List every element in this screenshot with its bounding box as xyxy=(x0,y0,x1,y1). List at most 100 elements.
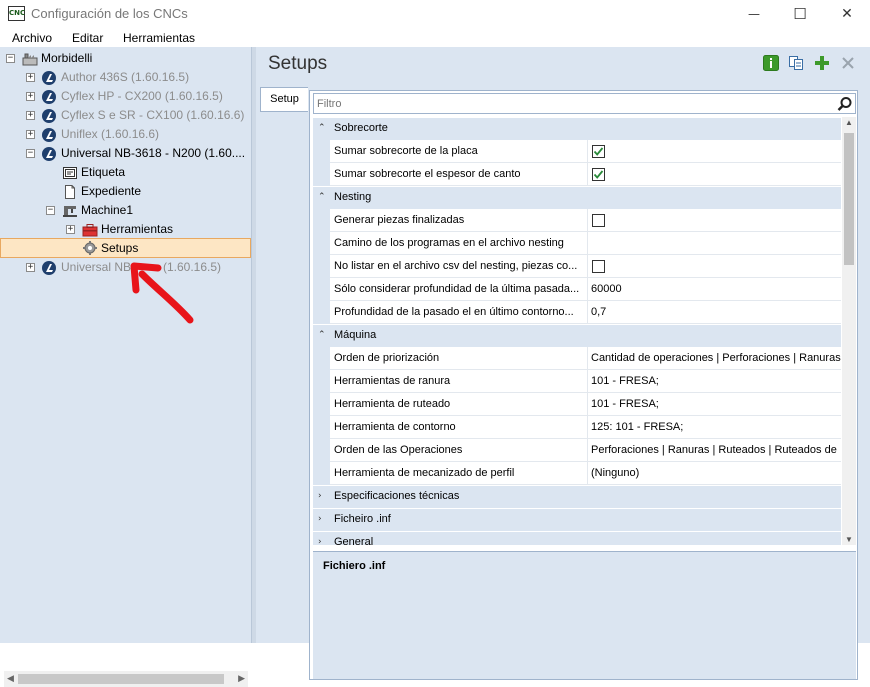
minimize-button[interactable]: — xyxy=(731,0,777,28)
property-grid: ⌃ Sobrecorte Sumar sobrecorte de la placa S… xyxy=(313,117,856,545)
tree-node-cyflex-s[interactable]: + Cyflex S e SR - CX100 (1.60.16.6) xyxy=(0,106,250,125)
property-value[interactable] xyxy=(588,163,841,186)
category-expand-icon[interactable]: › xyxy=(318,491,322,501)
tree-node-herramientas[interactable]: + Herramientas xyxy=(0,220,250,239)
tree-node-expediente[interactable]: Expediente xyxy=(0,182,250,201)
tree-node-root[interactable]: − Morbidelli xyxy=(0,49,250,68)
menu-editar[interactable]: Editar xyxy=(72,31,103,45)
checkbox[interactable] xyxy=(592,260,605,273)
property-name: Sumar sobrecorte de la placa xyxy=(330,140,588,163)
tree-label: Author 436S (1.60.16.5) xyxy=(61,70,190,84)
property-value[interactable]: 125: 101 - FRESA; xyxy=(588,416,841,439)
property-value[interactable] xyxy=(588,140,841,163)
property-row[interactable]: Herramienta de mecanizado de perfil (Ning… xyxy=(313,462,841,485)
expand-icon[interactable]: + xyxy=(66,225,75,234)
add-icon[interactable] xyxy=(814,55,830,71)
checkbox[interactable] xyxy=(592,214,605,227)
row-gutter xyxy=(313,462,330,485)
grid-vertical-scrollbar[interactable]: ▲ ▼ xyxy=(842,117,856,545)
scroll-right-icon[interactable]: ▶ xyxy=(238,673,245,684)
property-row[interactable]: Generar piezas finalizadas xyxy=(313,209,841,232)
property-row[interactable]: Orden de priorización Cantidad de operaci… xyxy=(313,347,841,370)
collapse-icon[interactable]: − xyxy=(26,149,35,158)
category-collapse-icon[interactable]: ⌃ xyxy=(318,192,326,202)
property-value[interactable]: 101 - FRESA; xyxy=(588,393,841,416)
tree-node-machine1[interactable]: − Machine1 xyxy=(0,201,250,220)
tree-label: Herramientas xyxy=(101,222,174,236)
row-gutter xyxy=(313,347,330,370)
property-value[interactable]: 60000 xyxy=(588,278,841,301)
category-collapse-icon[interactable]: ⌃ xyxy=(318,123,326,133)
title-bar: CNC Configuración de los CNCs — ☐ ✕ xyxy=(0,0,870,28)
scroll-thumb[interactable] xyxy=(844,133,854,265)
property-value[interactable]: Cantidad de operaciones | Perforaciones … xyxy=(588,347,841,370)
expand-icon[interactable]: + xyxy=(26,130,35,139)
property-row[interactable]: Profundidad de la pasado el en último co… xyxy=(313,301,841,324)
search-icon[interactable] xyxy=(837,96,853,112)
checkbox-checked[interactable] xyxy=(592,168,605,181)
category-label: Nesting xyxy=(334,191,372,203)
property-value[interactable] xyxy=(588,255,841,278)
tree-node-universal-nb[interactable]: + Universal NB- (1.60.16.5) xyxy=(0,258,250,277)
copy-icon[interactable] xyxy=(788,55,804,71)
grid-category[interactable]: › Ficheiro .inf xyxy=(313,508,841,531)
delete-icon[interactable] xyxy=(840,55,856,71)
tree-node-etiqueta[interactable]: Etiqueta xyxy=(0,163,250,182)
grid-category[interactable]: ⌃ Máquina xyxy=(313,324,841,347)
property-value[interactable]: 0,7 xyxy=(588,301,841,324)
tree-node-universal-nb3618[interactable]: − Universal NB-3618 - N200 (1.60.... xyxy=(0,144,250,163)
machine-logo-icon xyxy=(42,128,56,142)
menu-archivo[interactable]: Archivo xyxy=(12,31,52,45)
expand-icon[interactable]: + xyxy=(26,263,35,272)
scroll-up-icon[interactable]: ▲ xyxy=(845,118,853,127)
property-grid-frame: ⌃SobrecorteSumar sobrecorte de la placaS… xyxy=(309,90,858,680)
collapse-icon[interactable]: − xyxy=(6,54,15,63)
category-expand-icon[interactable]: › xyxy=(318,514,322,524)
grid-category[interactable]: ⌃ Sobrecorte xyxy=(313,117,841,140)
row-gutter xyxy=(313,163,330,186)
tab-setup[interactable]: Setup xyxy=(260,87,308,112)
grid-category[interactable]: ⌃ Nesting xyxy=(313,186,841,209)
property-value[interactable]: (Ninguno) xyxy=(588,462,841,485)
scroll-left-icon[interactable]: ◀ xyxy=(7,673,14,684)
filter-input[interactable] xyxy=(317,96,817,111)
scroll-thumb[interactable] xyxy=(18,674,224,684)
checkbox-checked[interactable] xyxy=(592,145,605,158)
property-name: Generar piezas finalizadas xyxy=(330,209,588,232)
tree-node-cyflex-hp[interactable]: + Cyflex HP - CX200 (1.60.16.5) xyxy=(0,87,250,106)
property-row[interactable]: Sumar sobrecorte de la placa xyxy=(313,140,841,163)
close-button[interactable]: ✕ xyxy=(824,0,870,28)
property-value[interactable] xyxy=(588,209,841,232)
property-row[interactable]: Orden de las Operaciones Perforaciones | … xyxy=(313,439,841,462)
info-icon[interactable] xyxy=(763,55,779,71)
menu-herramientas[interactable]: Herramientas xyxy=(123,31,195,45)
expand-icon[interactable]: + xyxy=(26,111,35,120)
property-row[interactable]: Herramienta de ruteado 101 - FRESA; xyxy=(313,393,841,416)
property-row[interactable]: Sumar sobrecorte el espesor de canto xyxy=(313,163,841,186)
tree-node-setups[interactable]: Setups xyxy=(0,238,251,258)
property-value[interactable]: 101 - FRESA; xyxy=(588,370,841,393)
property-name: Orden de las Operaciones xyxy=(330,439,588,462)
property-row[interactable]: Camino de los programas en el archivo ne… xyxy=(313,232,841,255)
scroll-down-icon[interactable]: ▼ xyxy=(845,535,853,544)
tree-node-author[interactable]: + Author 436S (1.60.16.5) xyxy=(0,68,250,87)
tree-horizontal-scrollbar[interactable]: ◀ ▶ xyxy=(4,671,248,687)
expand-icon[interactable]: + xyxy=(26,73,35,82)
grid-category[interactable]: › General xyxy=(313,531,841,545)
property-value[interactable]: Perforaciones | Ranuras | Ruteados | Rut… xyxy=(588,439,841,462)
category-collapse-icon[interactable]: ⌃ xyxy=(318,330,326,340)
tree-label: Cyflex HP - CX200 (1.60.16.5) xyxy=(61,89,223,103)
maximize-button[interactable]: ☐ xyxy=(777,0,823,28)
category-expand-icon[interactable]: › xyxy=(318,537,322,545)
property-name: No listar en el archivo csv del nesting,… xyxy=(330,255,588,278)
property-value-text: Cantidad de operaciones | Perforaciones … xyxy=(591,352,841,364)
grid-category[interactable]: › Especificaciones técnicas xyxy=(313,485,841,508)
collapse-icon[interactable]: − xyxy=(46,206,55,215)
expand-icon[interactable]: + xyxy=(26,92,35,101)
property-row[interactable]: Herramienta de contorno 125: 101 - FRESA; xyxy=(313,416,841,439)
property-row[interactable]: No listar en el archivo csv del nesting,… xyxy=(313,255,841,278)
property-row[interactable]: Herramientas de ranura 101 - FRESA; xyxy=(313,370,841,393)
property-row[interactable]: Sólo considerar profundidad de la última… xyxy=(313,278,841,301)
property-value[interactable] xyxy=(588,232,841,255)
tree-node-uniflex[interactable]: + Uniflex (1.60.16.6) xyxy=(0,125,250,144)
